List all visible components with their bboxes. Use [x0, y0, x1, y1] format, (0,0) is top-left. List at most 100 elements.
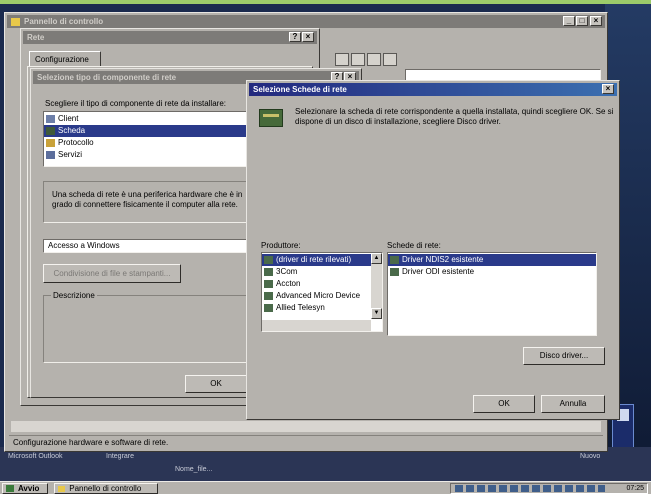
desktop-label-outlook[interactable]: Microsoft Outlook [8, 453, 62, 460]
network-card-icon [264, 304, 273, 312]
rete-titlebar: Rete ? × [23, 31, 317, 44]
minimize-button[interactable]: _ [563, 16, 575, 26]
network-card-icon [264, 268, 273, 276]
list-item-label: Driver NDIS2 esistente [402, 255, 484, 264]
folder-icon [58, 485, 65, 492]
view-small-icon[interactable] [351, 53, 365, 66]
list-item-label: Servizi [58, 150, 83, 159]
list-item-servizi[interactable]: Servizi [44, 149, 248, 161]
disk-driver-button[interactable]: Disco driver... [523, 347, 605, 365]
manufacturers-label: Produttore: [261, 241, 301, 250]
folder-icon [11, 17, 20, 26]
adapters-list[interactable]: Driver NDIS2 esistente Driver ODI esiste… [387, 252, 597, 336]
system-tray: 07:25 [450, 483, 648, 494]
cancel-label: Annulla [559, 399, 587, 408]
cancel-button[interactable]: Annulla [541, 395, 605, 413]
ok-button[interactable]: OK [185, 375, 247, 393]
primary-logon-field[interactable]: Accesso a Windows [43, 239, 253, 253]
client-icon [46, 115, 55, 123]
tray-icons[interactable] [455, 485, 605, 492]
services-icon [46, 151, 55, 159]
list-item-manufacturer[interactable]: Advanced Micro Device [262, 290, 382, 302]
ok-label: OK [498, 399, 510, 408]
control-panel-titlebar: Pannello di controllo _ □ × [7, 15, 605, 28]
close-button[interactable]: × [302, 32, 314, 42]
select-adapter-dialog: Selezione Schede di rete × Selezionare l… [246, 80, 620, 420]
control-panel-title: Pannello di controllo [24, 17, 104, 26]
adapter-instructions: Selezionare la scheda di rete corrispond… [295, 107, 615, 127]
select-adapter-title: Selezione Schede di rete [253, 85, 347, 94]
list-item-scheda[interactable]: Scheda [44, 125, 248, 137]
select-type-prompt: Scegliere il tipo di componente di rete … [45, 99, 226, 108]
list-item-label: Advanced Micro Device [276, 291, 361, 300]
list-item-label: Client [58, 114, 79, 123]
view-list-icon[interactable] [367, 53, 381, 66]
manufacturers-vscroll[interactable]: ▲ ▼ [371, 253, 382, 319]
close-button[interactable]: × [602, 84, 614, 94]
list-item-adapter[interactable]: Driver ODI esistente [388, 266, 596, 278]
start-button[interactable]: Avvio [2, 483, 48, 494]
list-item-label: Allied Telesyn [276, 303, 325, 312]
network-adapter-icon [259, 109, 283, 127]
desktop-bottom-area [0, 447, 651, 481]
windows-logo-icon [6, 485, 14, 493]
status-text: Configurazione hardware e software di re… [13, 438, 169, 447]
list-item-label: Protocollo [58, 138, 94, 147]
list-item-label: Driver ODI esistente [402, 267, 475, 276]
protocol-icon [46, 139, 55, 147]
network-card-icon [264, 256, 273, 264]
list-item-label: 3Com [276, 267, 298, 276]
tab-configurazione-label: Configurazione [35, 55, 89, 64]
desktop-label-file[interactable]: Nome_file... [175, 466, 212, 473]
close-button[interactable]: × [590, 16, 602, 26]
list-item-manufacturer[interactable]: 3Com [262, 266, 382, 278]
taskbar: Avvio Pannello di controllo 07:25 [0, 481, 651, 494]
control-panel-hscroll[interactable] [11, 421, 601, 432]
adapter-instructions-text: Selezionare la scheda di rete corrispond… [295, 107, 614, 126]
list-item-label: (driver di rete rilevati) [276, 255, 352, 264]
network-card-icon [46, 127, 55, 135]
description-group-label: Descrizione [51, 291, 97, 300]
scroll-up-button[interactable]: ▲ [371, 253, 382, 264]
status-bar: Configurazione hardware e software di re… [9, 435, 603, 449]
type-description-text: Una scheda di rete è una periferica hard… [52, 190, 243, 209]
file-sharing-label: Condivisione di file e stampanti... [53, 269, 171, 278]
tab-configurazione[interactable]: Configurazione [29, 51, 101, 67]
disk-driver-label: Disco driver... [539, 351, 589, 360]
primary-logon-value: Accesso a Windows [48, 241, 120, 250]
select-adapter-titlebar: Selezione Schede di rete × [249, 83, 617, 96]
clock: 07:25 [626, 485, 644, 492]
maximize-button[interactable]: □ [576, 16, 588, 26]
desktop-top-strip [0, 0, 651, 4]
ok-label: OK [210, 379, 222, 388]
view-details-icon[interactable] [383, 53, 397, 66]
select-type-title: Selezione tipo di componente di rete [37, 73, 177, 82]
ok-button[interactable]: OK [473, 395, 535, 413]
scroll-down-button[interactable]: ▼ [371, 308, 382, 319]
network-card-icon [390, 268, 399, 276]
task-label: Pannello di controllo [69, 484, 142, 493]
help-button[interactable]: ? [289, 32, 301, 42]
list-item-client[interactable]: Client [44, 113, 248, 125]
list-item-adapter[interactable]: Driver NDIS2 esistente [388, 254, 596, 266]
list-item-label: Accton [276, 279, 301, 288]
description-group [43, 295, 253, 363]
manufacturers-hscroll[interactable] [262, 320, 371, 331]
desktop-label-integrare[interactable]: Integrare [106, 453, 134, 460]
start-label: Avvio [17, 484, 40, 493]
desktop-label-nuovo[interactable]: Nuovo [580, 453, 600, 460]
view-large-icon[interactable] [335, 53, 349, 66]
list-item-manufacturer[interactable]: Allied Telesyn [262, 302, 382, 314]
list-item-protocollo[interactable]: Protocollo [44, 137, 248, 149]
type-description-box: Una scheda di rete è una periferica hard… [43, 181, 249, 223]
list-item-manufacturer[interactable]: Accton [262, 278, 382, 290]
rete-title: Rete [27, 33, 45, 42]
file-sharing-button[interactable]: Condivisione di file e stampanti... [43, 264, 181, 283]
manufacturers-list[interactable]: (driver di rete rilevati) 3Com Accton Ad… [261, 252, 383, 332]
list-item-label: Scheda [58, 126, 86, 135]
taskbar-task[interactable]: Pannello di controllo [54, 483, 158, 494]
network-card-icon [264, 292, 273, 300]
component-type-list[interactable]: Client Scheda Protocollo Servizi [43, 111, 249, 167]
network-card-icon [264, 280, 273, 288]
list-item-manufacturer[interactable]: (driver di rete rilevati) [262, 254, 382, 266]
